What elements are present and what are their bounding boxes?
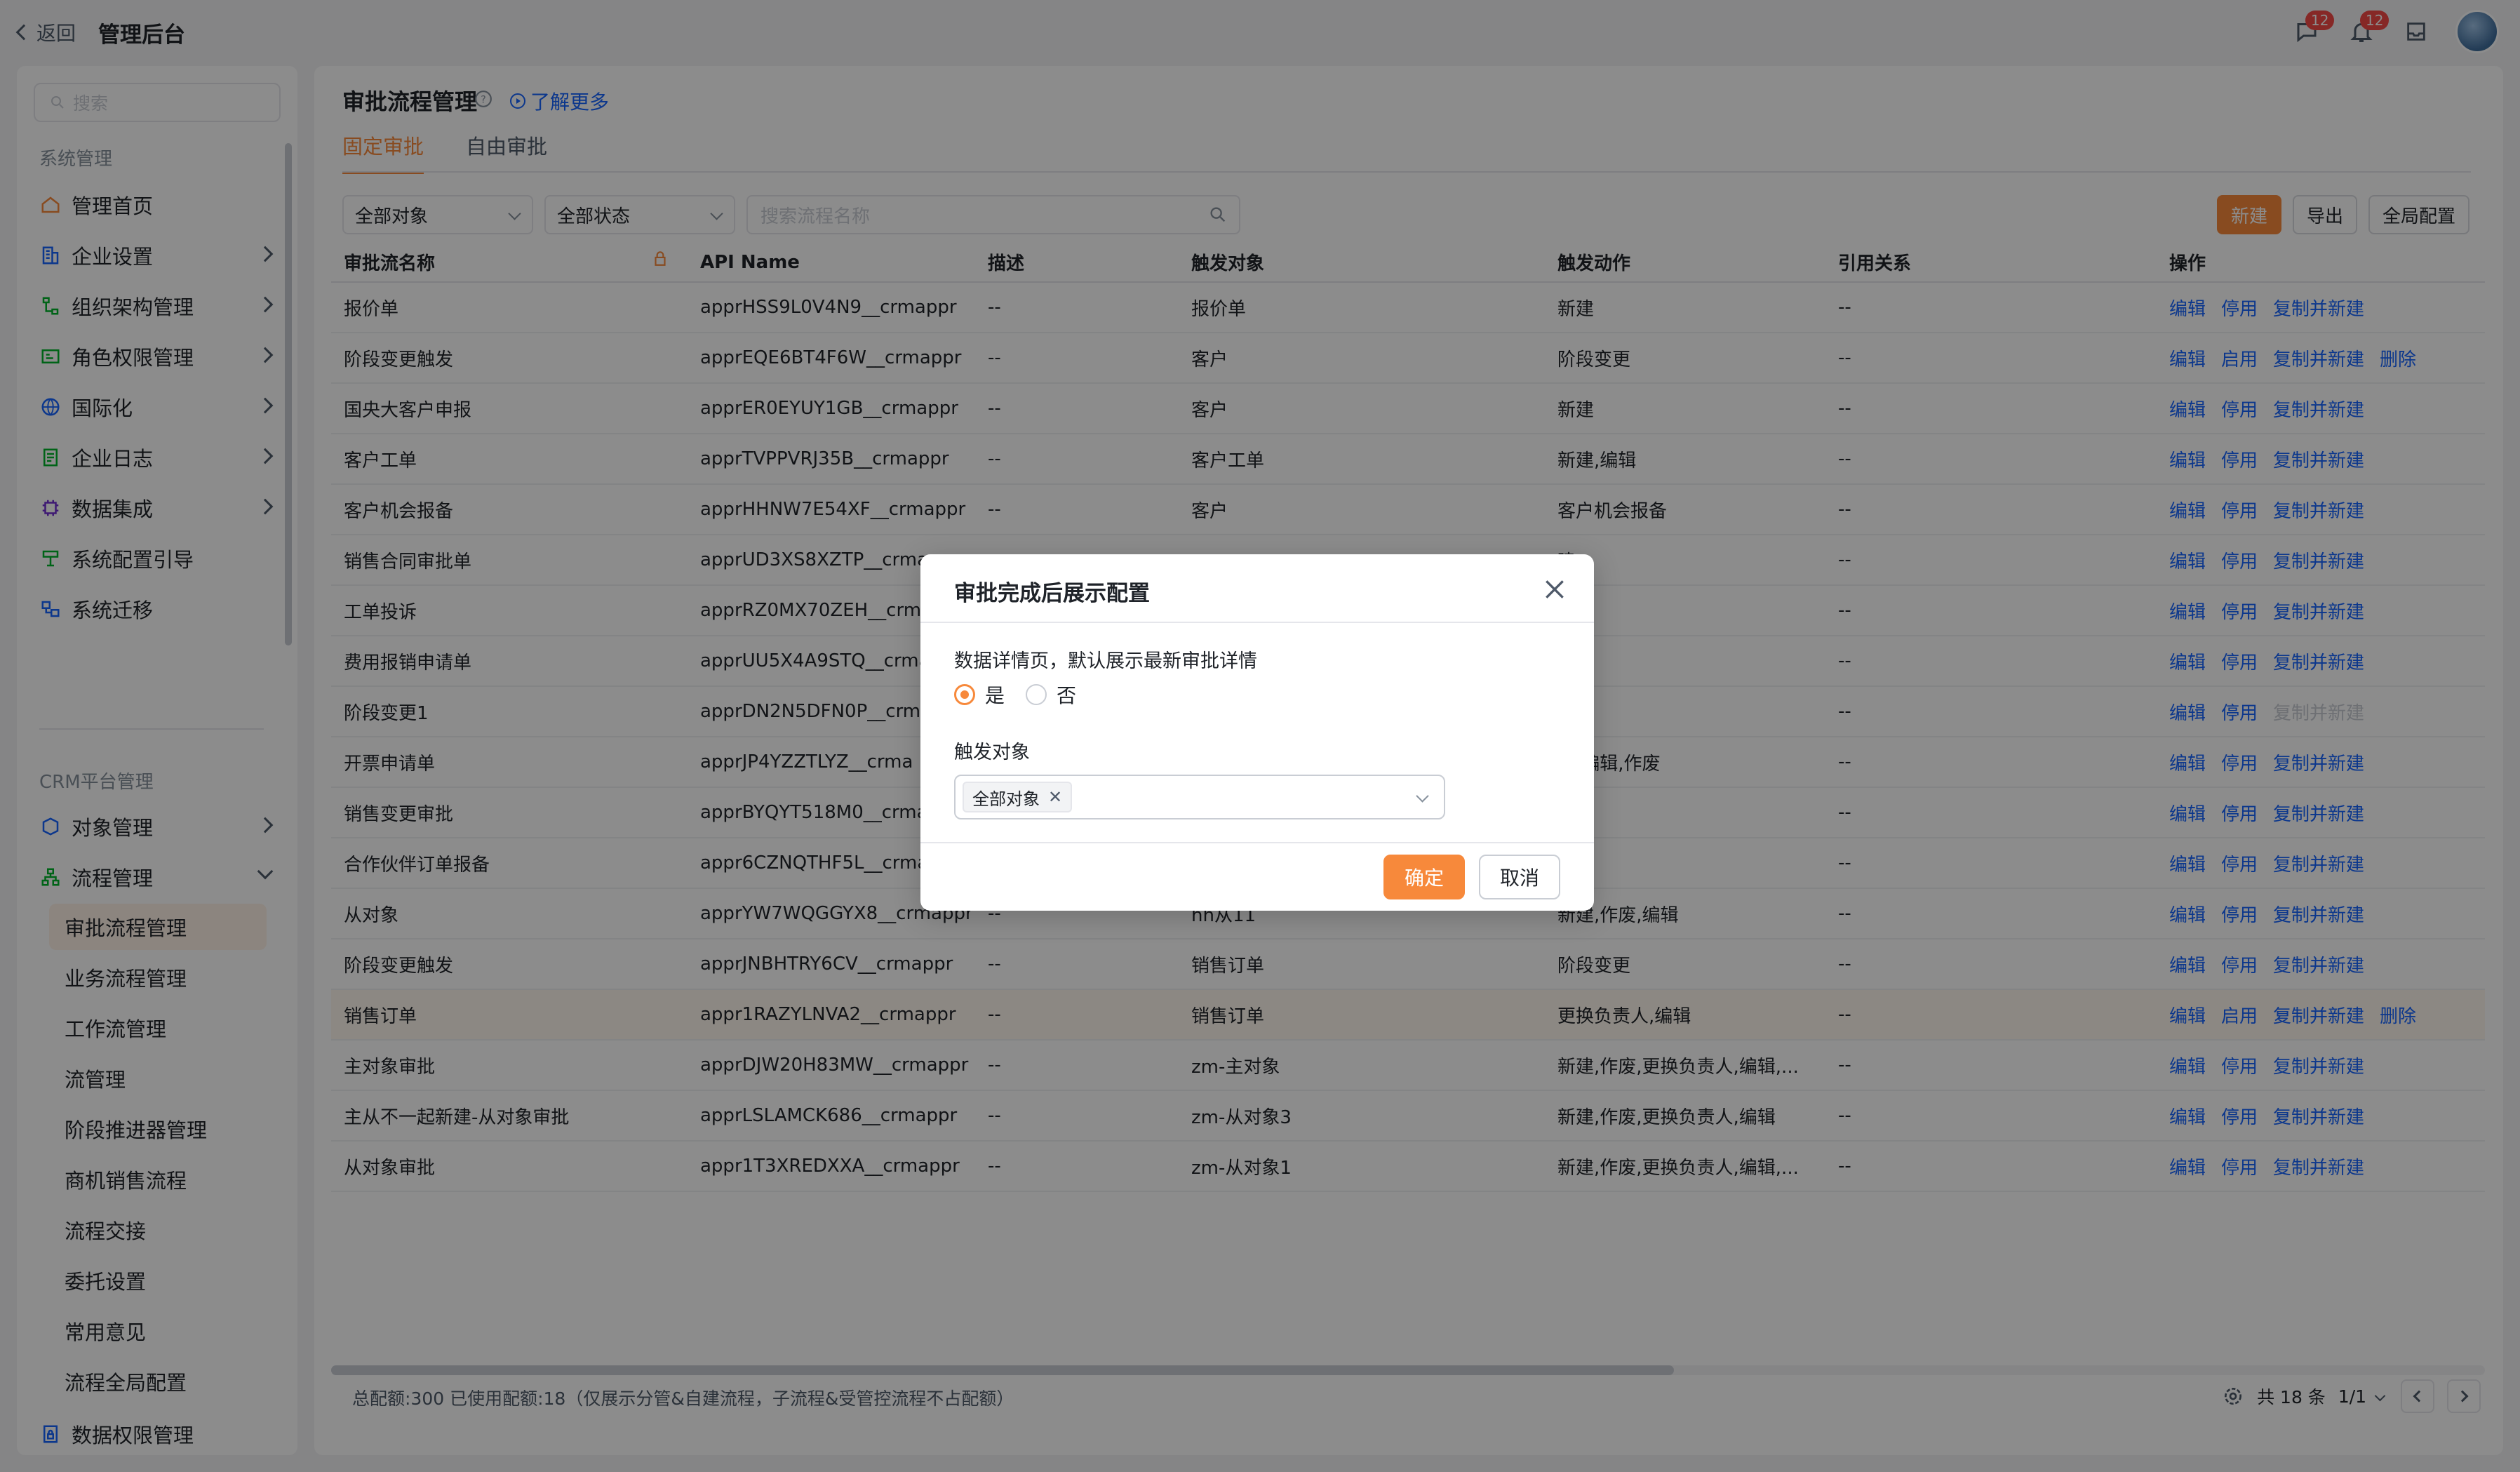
app-root: 返回 管理后台 12 12 搜索 系统管理 管理首页 企业设置 组织架构管理 角… — [0, 0, 2520, 1472]
detail-question-label: 数据详情页，默认展示最新审批详情 — [954, 650, 1257, 672]
tag-remove-icon[interactable]: ✕ — [1048, 787, 1062, 807]
dialog-title: 审批完成后展示配置 — [954, 581, 1150, 606]
chevron-down-icon — [1416, 789, 1429, 803]
cancel-button[interactable]: 取消 — [1478, 855, 1560, 899]
dialog-footer-divider — [920, 842, 1594, 843]
selected-tag: 全部对象 ✕ — [963, 782, 1073, 812]
confirm-button[interactable]: 确定 — [1383, 855, 1465, 899]
trigger-object-select[interactable]: 全部对象 ✕ — [954, 775, 1445, 819]
radio-unchecked-icon — [1026, 684, 1047, 705]
radio-yes-label: 是 — [985, 684, 1005, 707]
dialog-divider — [920, 622, 1594, 623]
detail-radio-group: 是 否 — [954, 681, 1076, 709]
trigger-object-label: 触发对象 — [954, 742, 1030, 763]
radio-no-label: 否 — [1057, 684, 1077, 707]
dialog-footer: 确定 取消 — [1383, 855, 1560, 899]
close-icon[interactable] — [1541, 575, 1569, 603]
tag-label: 全部对象 — [972, 789, 1040, 809]
radio-yes[interactable]: 是 — [954, 681, 1005, 709]
radio-no[interactable]: 否 — [1026, 681, 1076, 709]
display-config-dialog: 审批完成后展示配置 数据详情页，默认展示最新审批详情 是 否 触发对象 全部对象… — [920, 554, 1594, 911]
radio-checked-icon — [954, 684, 975, 705]
